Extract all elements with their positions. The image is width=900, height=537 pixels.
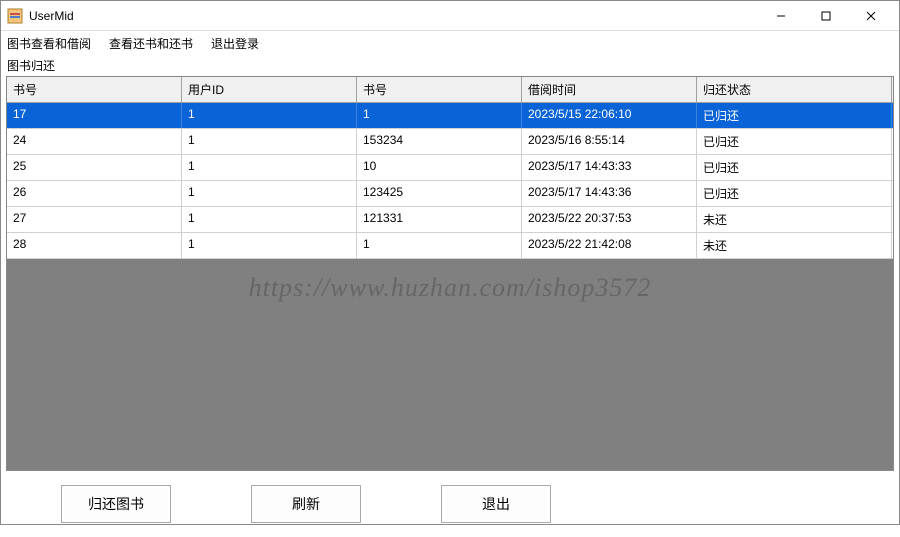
refresh-button[interactable]: 刷新 bbox=[251, 485, 361, 523]
cell[interactable]: 123425 bbox=[357, 181, 522, 206]
table-row[interactable]: 251102023/5/17 14:43:33已归还 bbox=[7, 155, 893, 181]
cell[interactable]: 2023/5/15 22:06:10 bbox=[522, 103, 697, 128]
return-book-button[interactable]: 归还图书 bbox=[61, 485, 171, 523]
cell[interactable]: 2023/5/17 14:43:33 bbox=[522, 155, 697, 180]
cell[interactable]: 1 bbox=[182, 181, 357, 206]
table-row[interactable]: 28112023/5/22 21:42:08未还 bbox=[7, 233, 893, 259]
cell[interactable]: 1 bbox=[182, 207, 357, 232]
section-label: 图书归还 bbox=[1, 55, 899, 76]
cell[interactable]: 121331 bbox=[357, 207, 522, 232]
cell[interactable]: 2023/5/22 20:37:53 bbox=[522, 207, 697, 232]
app-icon bbox=[7, 8, 23, 24]
col-book-id[interactable]: 书号 bbox=[7, 77, 182, 102]
cell[interactable]: 未还 bbox=[697, 233, 892, 258]
cell[interactable]: 2023/5/22 21:42:08 bbox=[522, 233, 697, 258]
cell[interactable]: 1 bbox=[182, 103, 357, 128]
table-row[interactable]: 2711213312023/5/22 20:37:53未还 bbox=[7, 207, 893, 233]
titlebar: UserMid bbox=[1, 1, 899, 31]
cell[interactable]: 2023/5/16 8:55:14 bbox=[522, 129, 697, 154]
table-row[interactable]: 17112023/5/15 22:06:10已归还 bbox=[7, 103, 893, 129]
table-row[interactable]: 2411532342023/5/16 8:55:14已归还 bbox=[7, 129, 893, 155]
cell[interactable]: 1 bbox=[357, 103, 522, 128]
menu-view-borrow[interactable]: 图书查看和借阅 bbox=[7, 35, 91, 52]
cell[interactable]: 2023/5/17 14:43:36 bbox=[522, 181, 697, 206]
button-bar: 归还图书 刷新 退出 bbox=[1, 471, 899, 537]
cell[interactable]: 已归还 bbox=[697, 129, 892, 154]
cell[interactable]: 17 bbox=[7, 103, 182, 128]
cell[interactable]: 1 bbox=[182, 233, 357, 258]
grid-body: 17112023/5/15 22:06:10已归还2411532342023/5… bbox=[7, 103, 893, 470]
col-borrow-time[interactable]: 借阅时间 bbox=[522, 77, 697, 102]
cell[interactable]: 24 bbox=[7, 129, 182, 154]
table-row[interactable]: 2611234252023/5/17 14:43:36已归还 bbox=[7, 181, 893, 207]
cell[interactable]: 已归还 bbox=[697, 181, 892, 206]
window-title: UserMid bbox=[29, 9, 74, 23]
exit-button[interactable]: 退出 bbox=[441, 485, 551, 523]
cell[interactable]: 10 bbox=[357, 155, 522, 180]
cell[interactable]: 1 bbox=[182, 155, 357, 180]
cell[interactable]: 25 bbox=[7, 155, 182, 180]
cell[interactable]: 1 bbox=[182, 129, 357, 154]
grid-header: 书号 用户ID 书号 借阅时间 归还状态 bbox=[7, 77, 893, 103]
col-user-id[interactable]: 用户ID bbox=[182, 77, 357, 102]
cell[interactable]: 已归还 bbox=[697, 103, 892, 128]
data-grid[interactable]: 书号 用户ID 书号 借阅时间 归还状态 17112023/5/15 22:06… bbox=[6, 76, 894, 471]
minimize-button[interactable] bbox=[758, 1, 803, 31]
cell[interactable]: 1 bbox=[357, 233, 522, 258]
cell[interactable]: 153234 bbox=[357, 129, 522, 154]
cell[interactable]: 27 bbox=[7, 207, 182, 232]
cell[interactable]: 28 bbox=[7, 233, 182, 258]
cell[interactable]: 未还 bbox=[697, 207, 892, 232]
maximize-button[interactable] bbox=[803, 1, 848, 31]
cell[interactable]: 已归还 bbox=[697, 155, 892, 180]
menu-logout[interactable]: 退出登录 bbox=[211, 35, 259, 52]
close-button[interactable] bbox=[848, 1, 893, 31]
col-book-id-2[interactable]: 书号 bbox=[357, 77, 522, 102]
cell[interactable]: 26 bbox=[7, 181, 182, 206]
menubar: 图书查看和借阅 查看还书和还书 退出登录 bbox=[1, 31, 899, 55]
col-return-status[interactable]: 归还状态 bbox=[697, 77, 892, 102]
menu-view-return[interactable]: 查看还书和还书 bbox=[109, 35, 193, 52]
watermark-text: https://www.huzhan.com/ishop3572 bbox=[7, 273, 893, 303]
